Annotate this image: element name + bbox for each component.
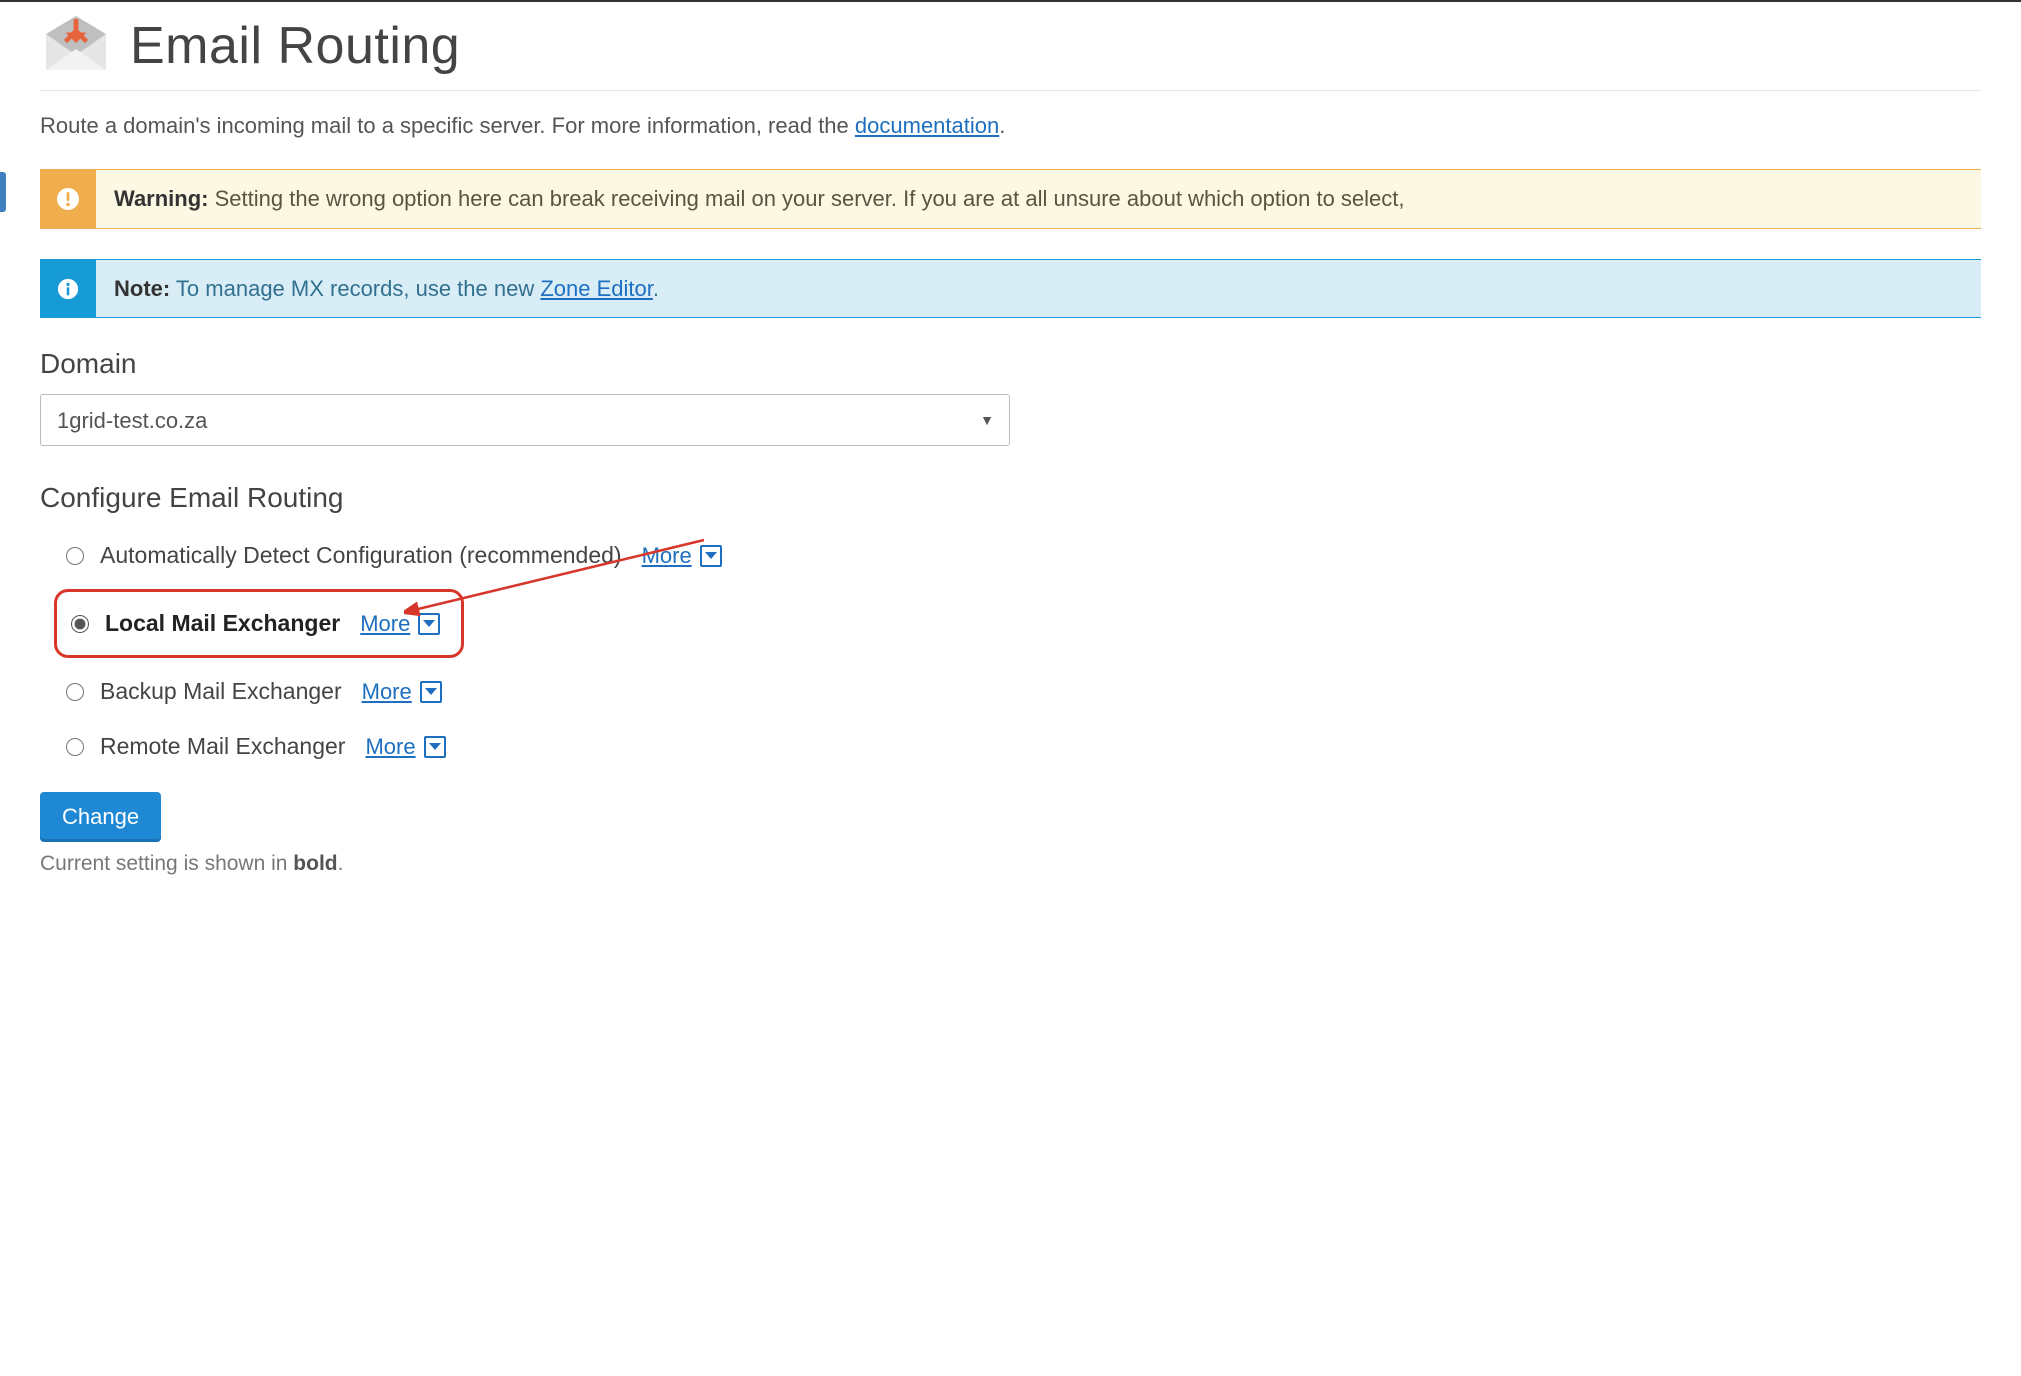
radio-local[interactable] bbox=[71, 615, 89, 633]
option-auto-label: Automatically Detect Configuration (reco… bbox=[100, 542, 622, 569]
warning-label: Warning: bbox=[114, 186, 209, 211]
zone-editor-link[interactable]: Zone Editor bbox=[540, 276, 653, 301]
routing-options: Automatically Detect Configuration (reco… bbox=[40, 528, 1981, 774]
option-backup-label: Backup Mail Exchanger bbox=[100, 678, 342, 705]
intro-suffix: . bbox=[999, 113, 1005, 138]
page-title: Email Routing bbox=[130, 16, 460, 76]
more-link-local[interactable]: More bbox=[360, 611, 440, 637]
more-text: More bbox=[360, 611, 410, 637]
radio-backup[interactable] bbox=[66, 683, 84, 701]
current-setting-hint: Current setting is shown in bold. bbox=[40, 852, 1981, 876]
option-auto: Automatically Detect Configuration (reco… bbox=[54, 528, 1981, 583]
info-suffix: . bbox=[653, 276, 659, 301]
change-button[interactable]: Change bbox=[40, 792, 161, 842]
more-link-backup[interactable]: More bbox=[362, 679, 442, 705]
warning-text: Setting the wrong option here can break … bbox=[209, 186, 1405, 211]
warning-alert: Warning: Setting the wrong option here c… bbox=[40, 169, 1981, 229]
page: Email Routing Route a domain's incoming … bbox=[0, 2, 2021, 916]
hint-suffix: . bbox=[338, 852, 344, 875]
email-routing-icon bbox=[40, 10, 112, 82]
chevron-down-icon bbox=[420, 681, 442, 703]
info-label: Note: bbox=[114, 276, 170, 301]
radio-remote[interactable] bbox=[66, 738, 84, 756]
routing-label: Configure Email Routing bbox=[40, 482, 1981, 514]
hint-bold: bold bbox=[293, 852, 337, 875]
option-backup: Backup Mail Exchanger More bbox=[54, 664, 1981, 719]
hint-prefix: Current setting is shown in bbox=[40, 852, 293, 875]
chevron-down-icon bbox=[424, 736, 446, 758]
more-text: More bbox=[642, 543, 692, 569]
radio-auto[interactable] bbox=[66, 547, 84, 565]
more-link-auto[interactable]: More bbox=[642, 543, 722, 569]
page-header: Email Routing bbox=[40, 10, 1981, 91]
sidebar-stub bbox=[0, 172, 6, 212]
option-remote: Remote Mail Exchanger More bbox=[54, 719, 1981, 774]
option-local: Local Mail Exchanger More bbox=[54, 589, 464, 658]
info-icon bbox=[40, 259, 96, 319]
more-text: More bbox=[362, 679, 412, 705]
documentation-link[interactable]: documentation bbox=[855, 113, 999, 138]
option-remote-label: Remote Mail Exchanger bbox=[100, 733, 345, 760]
warning-icon bbox=[40, 169, 96, 229]
domain-select[interactable]: 1grid-test.co.za bbox=[40, 394, 1010, 446]
info-body: Note: To manage MX records, use the new … bbox=[96, 259, 1981, 319]
more-text: More bbox=[365, 734, 415, 760]
more-link-remote[interactable]: More bbox=[365, 734, 445, 760]
domain-label: Domain bbox=[40, 348, 1981, 380]
info-alert: Note: To manage MX records, use the new … bbox=[40, 259, 1981, 319]
chevron-down-icon bbox=[418, 613, 440, 635]
chevron-down-icon bbox=[700, 545, 722, 567]
info-prefix: To manage MX records, use the new bbox=[170, 276, 540, 301]
warning-body: Warning: Setting the wrong option here c… bbox=[96, 169, 1981, 229]
option-local-label: Local Mail Exchanger bbox=[105, 610, 340, 637]
domain-select-wrap: 1grid-test.co.za bbox=[40, 394, 1010, 446]
intro-prefix: Route a domain's incoming mail to a spec… bbox=[40, 113, 855, 138]
intro-text: Route a domain's incoming mail to a spec… bbox=[40, 113, 1981, 139]
